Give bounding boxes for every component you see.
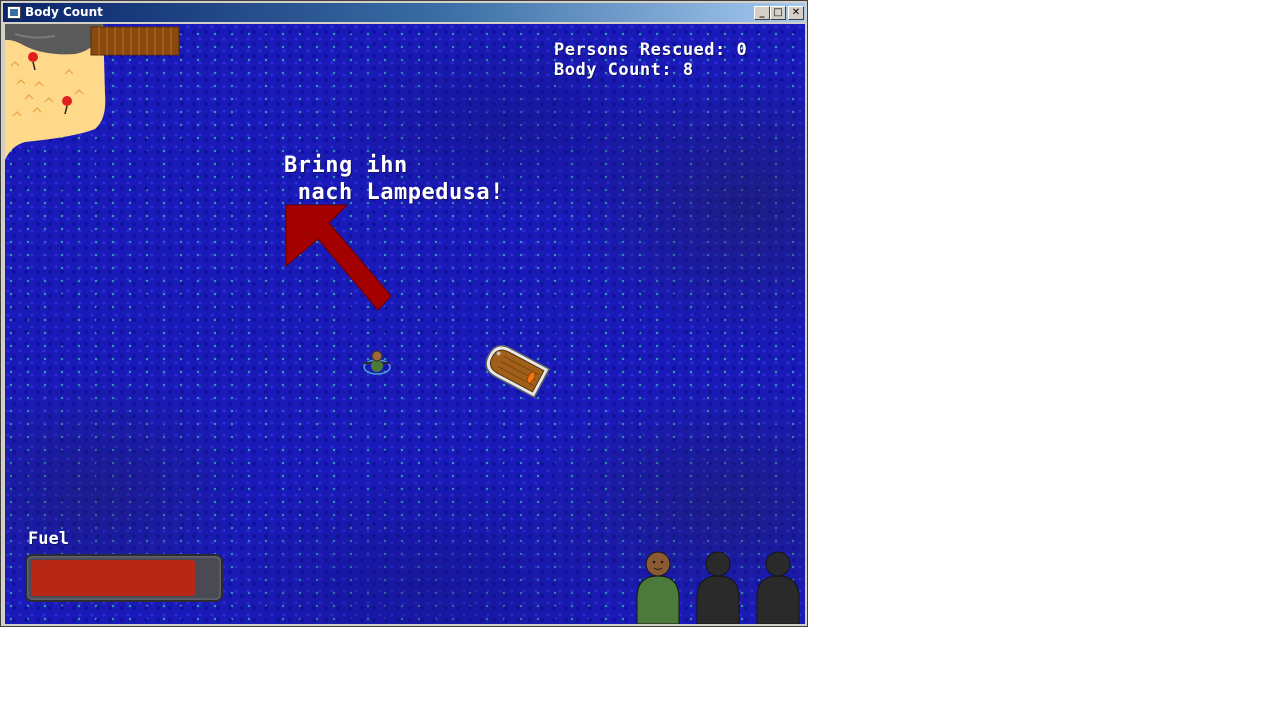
fuel-label: Fuel (28, 529, 69, 549)
body-count-counter: Body Count: 8 (554, 60, 694, 80)
app-icon (7, 6, 21, 19)
title-bar[interactable]: Body Count _ □ ✕ (3, 3, 805, 22)
close-button[interactable]: ✕ (788, 6, 804, 20)
passenger-slots (636, 551, 800, 624)
game-canvas[interactable]: Persons Rescued: 0 Body Count: 8 Bring i… (5, 24, 805, 624)
maximize-button[interactable]: □ (770, 6, 786, 20)
persons-rescued-counter: Persons Rescued: 0 (554, 40, 748, 60)
boat-icon[interactable] (479, 342, 555, 398)
hint-message-line-1: Bring ihn (284, 153, 408, 178)
swimmer-icon[interactable] (361, 349, 393, 377)
fuel-level-fill (31, 560, 195, 596)
fuel-gauge (25, 554, 223, 602)
arrow-icon (285, 204, 392, 311)
passenger-slot-1-filled (636, 551, 680, 624)
dock-icon (90, 26, 180, 56)
window-title: Body Count (25, 5, 103, 19)
minimize-button[interactable]: _ (754, 6, 770, 20)
passenger-slot-2-empty (696, 551, 740, 624)
passenger-slot-3-empty (756, 551, 800, 624)
game-window: Body Count _ □ ✕ Persons Rescued: 0 Body… (0, 0, 808, 627)
island-icon (5, 24, 180, 160)
